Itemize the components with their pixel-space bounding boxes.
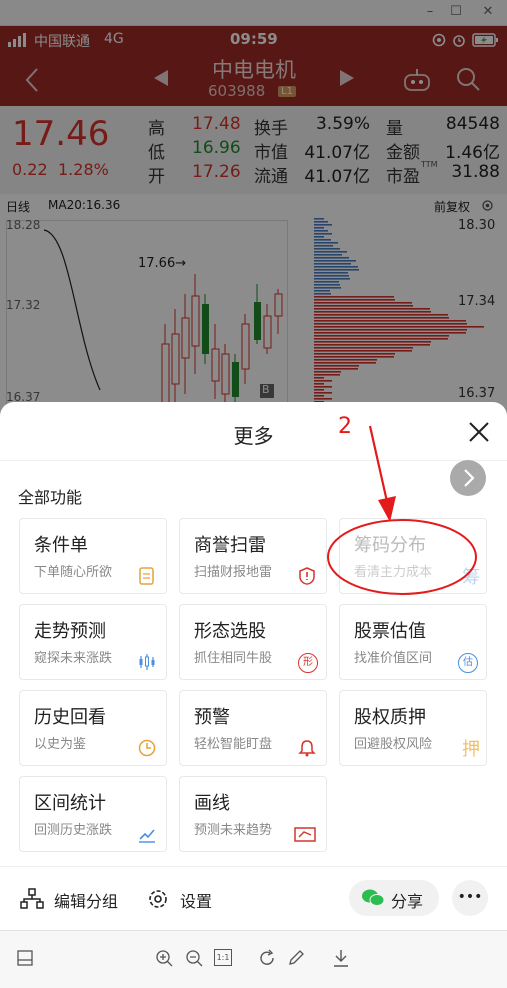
card-subtitle: 回避股权风险 xyxy=(354,737,433,752)
clock-icon xyxy=(138,739,156,757)
section-title: 全部功能 xyxy=(18,488,83,507)
card-subtitle: 轻松智能盯盘 xyxy=(194,737,273,752)
card-trend-forecast[interactable]: 走势预测 窥探未来涨跌 xyxy=(19,604,167,680)
layout-icon[interactable] xyxy=(16,949,34,967)
card-title: 股权质押 xyxy=(354,707,426,728)
card-title: 商誉扫雷 xyxy=(194,535,266,556)
wechat-icon xyxy=(362,889,385,906)
card-history-review[interactable]: 历史回看 以史为鉴 xyxy=(19,690,167,766)
card-subtitle: 回测历史涨跌 xyxy=(34,823,113,838)
settings-label: 设置 xyxy=(180,892,213,911)
pledge-glyph-icon: 押 xyxy=(462,739,480,760)
card-subtitle: 找准价值区间 xyxy=(354,651,433,666)
card-subtitle: 预测未来趋势 xyxy=(194,823,273,838)
download-icon[interactable] xyxy=(332,948,350,968)
card-title: 预警 xyxy=(194,707,230,728)
card-title: 形态选股 xyxy=(194,621,266,642)
card-pattern-screener[interactable]: 形态选股 抓住相同牛股 形 xyxy=(179,604,327,680)
card-goodwill-scan[interactable]: 商誉扫雷 扫描财报地雷 xyxy=(179,518,327,594)
card-subtitle: 窥探未来涨跌 xyxy=(34,651,113,666)
candlestick-icon xyxy=(139,654,155,670)
share-label: 分享 xyxy=(391,892,424,911)
card-subtitle: 下单随心所欲 xyxy=(34,565,113,580)
card-title: 走势预测 xyxy=(34,621,106,642)
card-title: 条件单 xyxy=(34,535,88,556)
pen-icon[interactable] xyxy=(287,949,305,967)
card-title: 历史回看 xyxy=(34,707,106,728)
card-subtitle: 抓住相同牛股 xyxy=(194,651,273,666)
bell-icon xyxy=(298,740,316,757)
card-subtitle: 扫描财报地雷 xyxy=(194,565,273,580)
card-valuation[interactable]: 股票估值 找准价值区间 估 xyxy=(339,604,487,680)
card-title: 区间统计 xyxy=(34,793,106,814)
gear-icon xyxy=(149,890,167,908)
card-draw-lines[interactable]: 画线 预测未来趋势 xyxy=(179,776,327,852)
share-button[interactable]: 分享 xyxy=(349,880,439,916)
card-range-stats[interactable]: 区间统计 回测历史涨跌 xyxy=(19,776,167,852)
card-conditional-order[interactable]: 条件单 下单随心所欲 xyxy=(19,518,167,594)
more-sheet: 更多 全部功能 条件单 下单随心所欲 商誉扫雷 扫描财报地雷 筹码分布 看清主力… xyxy=(0,402,507,988)
order-icon xyxy=(139,567,154,585)
draw-board-icon xyxy=(294,827,316,842)
edit-group-button[interactable]: 编辑分组 xyxy=(20,882,130,916)
card-equity-pledge[interactable]: 股权质押 回避股权风险 押 xyxy=(339,690,487,766)
card-title: 画线 xyxy=(194,793,230,814)
zoom-in-icon[interactable] xyxy=(155,949,173,967)
actual-size-button[interactable]: 1:1 xyxy=(214,949,232,966)
line-chart-icon xyxy=(139,829,155,843)
settings-button[interactable]: 设置 xyxy=(146,882,226,916)
shield-alert-icon xyxy=(299,567,315,585)
valuation-icon: 估 xyxy=(458,653,478,673)
pattern-icon: 形 xyxy=(298,653,318,673)
rotate-icon[interactable] xyxy=(258,949,276,967)
org-chart-icon xyxy=(20,888,44,909)
viewer-toolbar: 1:1 xyxy=(0,930,507,988)
card-alert[interactable]: 预警 轻松智能盯盘 xyxy=(179,690,327,766)
edit-group-label: 编辑分组 xyxy=(54,892,119,911)
card-subtitle: 以史为鉴 xyxy=(34,737,87,752)
divider xyxy=(0,866,507,867)
card-title: 股票估值 xyxy=(354,621,426,642)
more-options-button[interactable]: ••• xyxy=(452,880,488,916)
zoom-out-icon[interactable] xyxy=(185,949,203,967)
annotation-overlay xyxy=(327,425,477,595)
